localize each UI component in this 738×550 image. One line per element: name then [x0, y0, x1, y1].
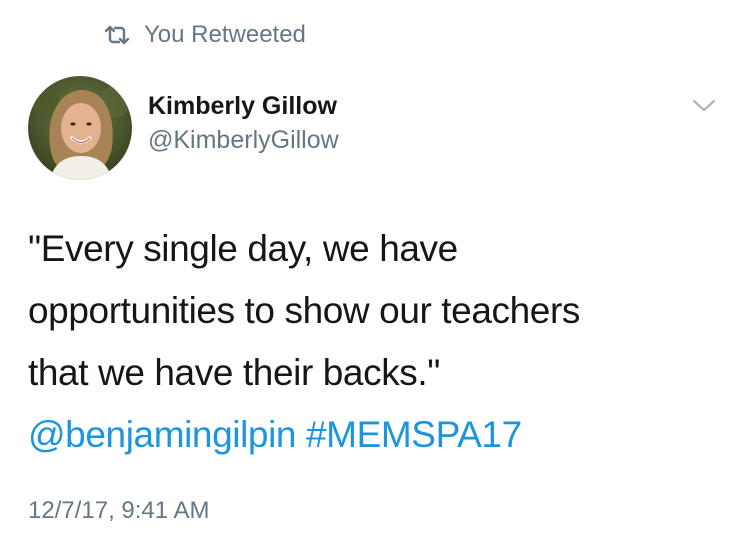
tweet-text: "Every single day, we have opportunities…: [28, 218, 718, 466]
tweet-text-line: @benjamingilpin #MEMSPA17: [28, 404, 718, 466]
chevron-down-icon[interactable]: [690, 96, 718, 116]
mention-link[interactable]: @benjamingilpin: [28, 414, 297, 455]
tweet-timestamp[interactable]: 12/7/17, 9:41 AM: [28, 494, 209, 528]
retweet-context: You Retweeted: [104, 18, 306, 52]
tweet-text-line: opportunities to show our teachers: [28, 290, 581, 331]
tweet-text-line: that we have their backs.": [28, 352, 441, 393]
tweet-card: You Retweeted Kimberly Gillow @KimberlyG…: [0, 0, 738, 550]
avatar[interactable]: [28, 76, 132, 180]
tweet-text-line: "Every single day, we have: [28, 228, 458, 269]
author-handle[interactable]: @KimberlyGillow: [148, 124, 339, 156]
hashtag-link[interactable]: #MEMSPA17: [306, 414, 522, 455]
retweet-label: You Retweeted: [144, 21, 306, 48]
author-block[interactable]: Kimberly Gillow @KimberlyGillow: [148, 88, 339, 156]
retweet-icon: [104, 25, 130, 45]
author-display-name[interactable]: Kimberly Gillow: [148, 88, 339, 124]
